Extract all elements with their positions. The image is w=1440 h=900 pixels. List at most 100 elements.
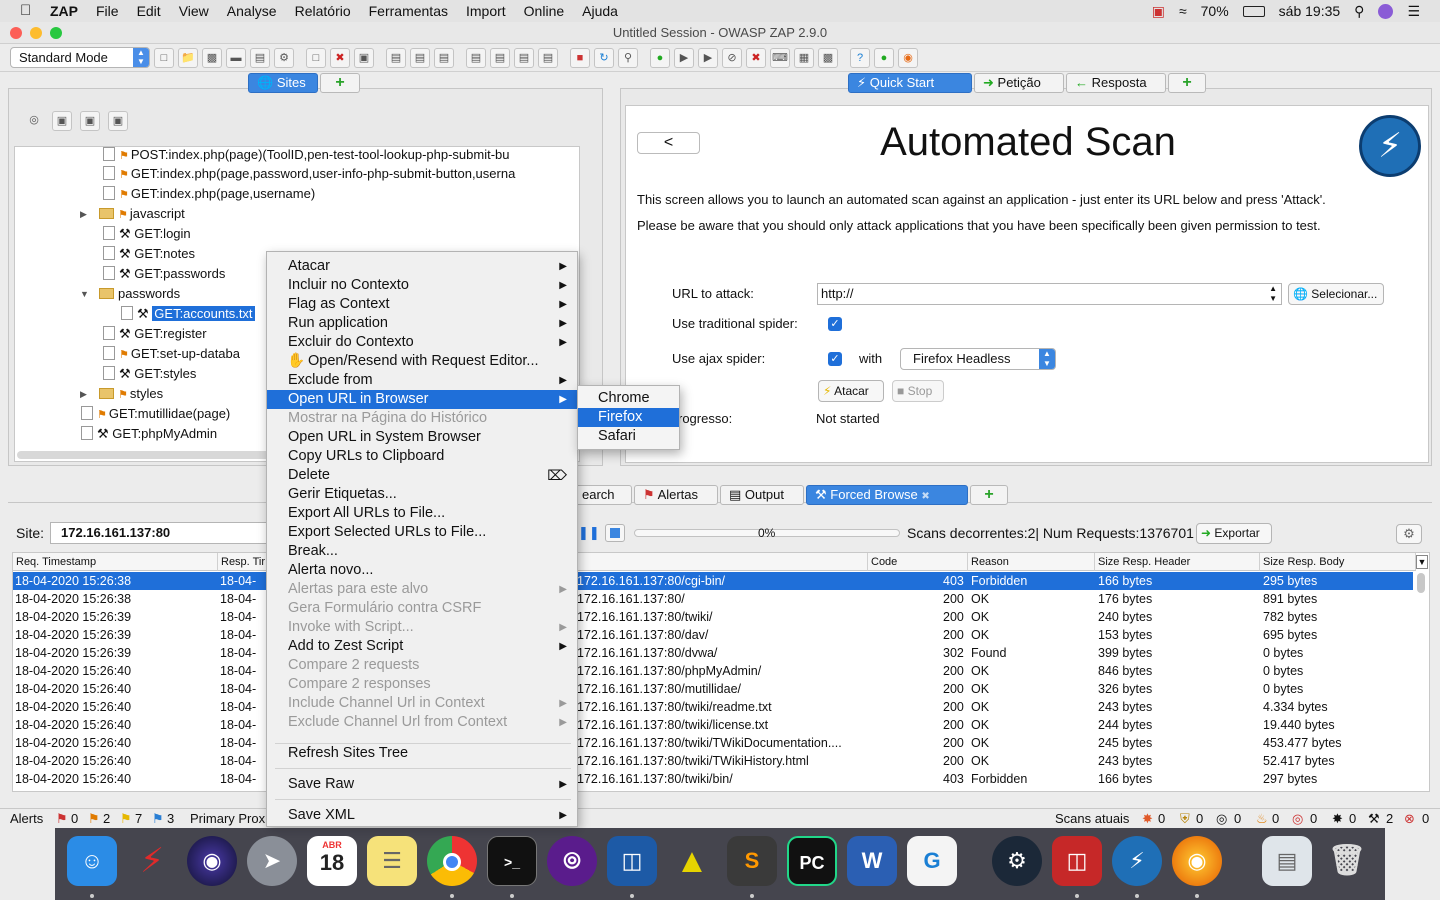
- stop-scan-button[interactable]: [605, 524, 625, 542]
- pause-icon[interactable]: ❚❚: [578, 525, 600, 541]
- drop-icon[interactable]: ⊘: [722, 47, 742, 68]
- script-icon[interactable]: ▦: [794, 47, 814, 68]
- step-icon[interactable]: ▶: [674, 47, 694, 68]
- clock[interactable]: sáb 19:35: [1279, 3, 1341, 19]
- traditional-spider-checkbox[interactable]: ✓: [828, 317, 842, 331]
- triangle-app-icon[interactable]: ▲: [667, 836, 717, 886]
- target-icon[interactable]: ◎: [24, 111, 44, 131]
- mode-select[interactable]: Standard Mode ▲ ▼: [10, 47, 150, 68]
- results-table[interactable]: Req. Timestamp Resp. Tir Code Reason Siz…: [12, 552, 1430, 792]
- export-button[interactable]: ➜ Exportar: [1196, 523, 1272, 544]
- menu-item-save-raw[interactable]: Save Raw ▶: [267, 775, 577, 794]
- menu-import[interactable]: Import: [466, 3, 506, 19]
- siri-icon[interactable]: ◉: [187, 836, 237, 886]
- export-context-icon[interactable]: ▣: [354, 47, 374, 68]
- firefox-dock-icon[interactable]: ◉: [1172, 836, 1222, 886]
- menu-file[interactable]: File: [96, 3, 119, 19]
- close-window-icon[interactable]: [10, 27, 22, 39]
- menu-app[interactable]: ZAP: [50, 3, 78, 19]
- scan-policy-icon[interactable]: ■: [570, 47, 590, 68]
- battery-icon[interactable]: [1242, 5, 1265, 17]
- break-green-icon[interactable]: ●: [650, 47, 670, 68]
- column-header[interactable]: Reason: [968, 553, 1095, 571]
- menu-item[interactable]: Atacar ▶: [267, 257, 577, 276]
- drop-red-icon[interactable]: ✖: [746, 47, 766, 68]
- launchpad-icon[interactable]: ➤: [247, 836, 297, 886]
- menu-item[interactable]: Copy URLs to Clipboard: [267, 447, 577, 466]
- options-gear-icon[interactable]: ⚙: [274, 47, 294, 68]
- menu-item[interactable]: Export Selected URLs to File...: [267, 523, 577, 542]
- tree-node[interactable]: ⚑ GET:mutillidae(page): [81, 404, 230, 424]
- attack-button[interactable]: ⚡ Atacar: [818, 380, 884, 402]
- spotlight-icon[interactable]: ⚲: [1354, 3, 1364, 20]
- submenu-item-chrome[interactable]: Chrome: [578, 389, 679, 408]
- tree-node[interactable]: ⚒ GET:phpMyAdmin: [81, 424, 217, 444]
- table-row[interactable]: 18-04-2020 15:26:40 18-04- 172.16.161.137:…: [13, 734, 1413, 752]
- menu-item[interactable]: Exclude from ▶: [267, 371, 577, 390]
- tab-forced-browse[interactable]: ⚒ Forced Browse ✖: [806, 485, 968, 505]
- column-header[interactable]: Size Resp. Header: [1095, 553, 1260, 571]
- menu-help[interactable]: Ajuda: [582, 3, 618, 19]
- menu-item[interactable]: Open URL in System Browser: [267, 428, 577, 447]
- hud-icon[interactable]: ●: [874, 47, 894, 68]
- layout-2-icon[interactable]: ▤: [410, 47, 430, 68]
- expand-arrow-icon[interactable]: ▶: [80, 209, 87, 220]
- submenu-item-firefox[interactable]: Firefox: [578, 408, 679, 427]
- menu-item[interactable]: Add to Zest Script ▶: [267, 637, 577, 656]
- tree-node[interactable]: passwords: [99, 284, 180, 304]
- menu-item[interactable]: Flag as Context ▶: [267, 295, 577, 314]
- table-row[interactable]: 18-04-2020 15:26:40 18-04- 172.16.161.137:…: [13, 752, 1413, 770]
- layout-3-icon[interactable]: ▤: [434, 47, 454, 68]
- table-row[interactable]: 18-04-2020 15:26:39 18-04- 172.16.161.137:…: [13, 626, 1413, 644]
- column-chooser-icon[interactable]: ▼: [1416, 555, 1428, 569]
- vpn-client-icon[interactable]: G: [907, 836, 957, 886]
- zoom-window-icon[interactable]: [50, 27, 62, 39]
- menu-item-refresh-sites-tree[interactable]: Refresh Sites Tree: [267, 744, 577, 763]
- new-context-icon[interactable]: □: [306, 47, 326, 68]
- open-session-icon[interactable]: 📁: [178, 47, 198, 68]
- ajax-spider-checkbox[interactable]: ✓: [828, 352, 842, 366]
- menu-item[interactable]: Open URL in Browser ▶: [267, 390, 577, 409]
- menu-item[interactable]: Export All URLs to File...: [267, 504, 577, 523]
- menu-view[interactable]: View: [179, 3, 209, 19]
- help-icon[interactable]: ?: [850, 47, 870, 68]
- downloads-folder-icon[interactable]: ▤: [1262, 836, 1312, 886]
- options-gear-icon[interactable]: ⚙: [1396, 524, 1422, 544]
- tab-quick-start[interactable]: ⚡ Quick Start: [848, 73, 972, 93]
- table-row[interactable]: 18-04-2020 15:26:38 18-04- 172.16.161.137:…: [13, 572, 1413, 590]
- apple-icon[interactable]: : [20, 3, 36, 19]
- table-row[interactable]: 18-04-2020 15:26:39 18-04- 172.16.161.137:…: [13, 644, 1413, 662]
- tree-node-selected[interactable]: ⚒ GET:accounts.txt: [121, 304, 256, 324]
- site-select[interactable]: 172.16.161.137:80: [50, 522, 270, 544]
- tree-node[interactable]: ⚒ GET:register: [103, 324, 207, 344]
- table-row[interactable]: 18-04-2020 15:26:40 18-04- 172.16.161.137:…: [13, 770, 1413, 788]
- show-tab-2-icon[interactable]: ▤: [490, 47, 510, 68]
- tab-response[interactable]: ← Resposta: [1066, 73, 1166, 93]
- menu-item[interactable]: Alerta novo...: [267, 561, 577, 580]
- calendar-icon[interactable]: ABR 18: [307, 836, 357, 886]
- tree-node[interactable]: ⚒ GET:styles: [103, 364, 196, 384]
- menu-item[interactable]: Gerir Etiquetas...: [267, 485, 577, 504]
- show-tab-1-icon[interactable]: ▤: [466, 47, 486, 68]
- tree-node[interactable]: ⚒ GET:passwords: [103, 264, 225, 284]
- url-input[interactable]: http:// ▲ ▼: [817, 283, 1282, 305]
- minimize-window-icon[interactable]: [30, 27, 42, 39]
- layout-1-icon[interactable]: ▤: [386, 47, 406, 68]
- menu-item[interactable]: Delete ⌦: [267, 466, 577, 485]
- tree-node[interactable]: ⚑ GET:index.php(page,username): [103, 184, 315, 204]
- word-icon[interactable]: W: [847, 836, 897, 886]
- menu-item[interactable]: Run application ▶: [267, 314, 577, 333]
- flashcard-app-icon[interactable]: ⚡: [127, 836, 177, 886]
- tree-node[interactable]: ⚑ javascript: [99, 204, 185, 224]
- menu-item[interactable]: Excluir do Contexto ▶: [267, 333, 577, 352]
- terminal-icon[interactable]: ▩: [818, 47, 838, 68]
- table-row[interactable]: 18-04-2020 15:26:40 18-04- 172.16.161.137:…: [13, 662, 1413, 680]
- lightbulb-icon[interactable]: ⚲: [618, 47, 638, 68]
- table-row[interactable]: 18-04-2020 15:26:38 18-04- 172.16.161.137:…: [13, 590, 1413, 608]
- podcast-icon[interactable]: ⦾: [547, 836, 597, 886]
- tab-search[interactable]: earch: [574, 485, 632, 505]
- save-session-icon[interactable]: ▩: [202, 47, 222, 68]
- keyboard-icon[interactable]: ⌨: [770, 47, 790, 68]
- tab-output[interactable]: ▤ Output: [720, 485, 804, 505]
- tree-node[interactable]: ⚑ styles: [99, 384, 163, 404]
